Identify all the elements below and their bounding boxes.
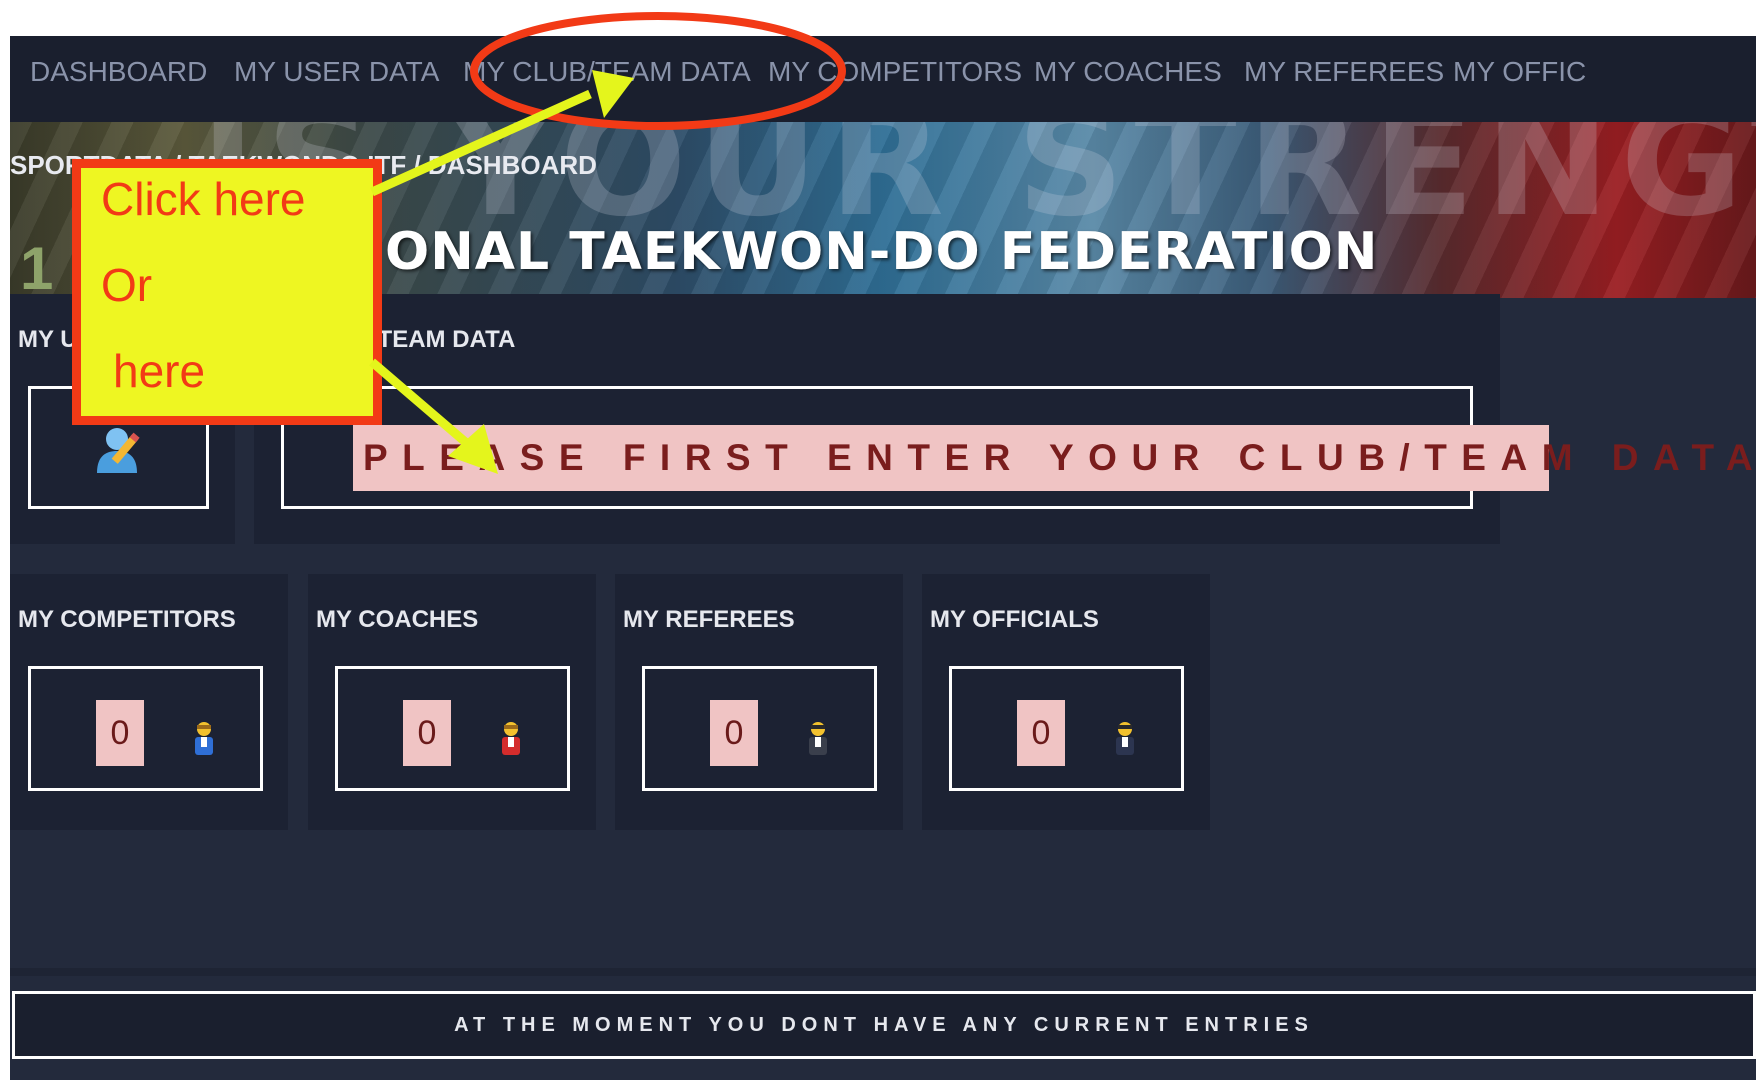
referees-title: MY REFEREES bbox=[623, 606, 795, 633]
club-team-box[interactable]: PLEASE FIRST ENTER YOUR CLUB/TEAM DATA! bbox=[281, 386, 1756, 509]
coaches-title: MY COACHES bbox=[316, 606, 479, 633]
top-navigation: DASHBOARD MY USER DATA MY CLUB/TEAM DATA… bbox=[10, 36, 1756, 122]
nav-my-officials[interactable]: MY OFFIC bbox=[1453, 56, 1586, 88]
club-data-notice[interactable]: PLEASE FIRST ENTER YOUR CLUB/TEAM DATA! bbox=[353, 425, 1756, 491]
officials-panel: MY OFFICIALS 0 bbox=[922, 574, 1210, 830]
section-divider bbox=[10, 968, 1756, 976]
nav-my-club-team-data[interactable]: MY CLUB/TEAM DATA bbox=[463, 56, 751, 88]
coaches-box[interactable]: 0 bbox=[335, 666, 570, 791]
officials-count: 0 bbox=[1017, 700, 1065, 766]
nav-my-coaches[interactable]: MY COACHES bbox=[1034, 56, 1222, 88]
no-entries-message: AT THE MOMENT YOU DONT HAVE ANY CURRENT … bbox=[454, 1014, 1314, 1036]
banner-digit: 1 bbox=[20, 235, 54, 298]
entries-box: AT THE MOMENT YOU DONT HAVE ANY CURRENT … bbox=[12, 991, 1756, 1059]
referee-icon bbox=[809, 722, 827, 755]
nav-my-user-data[interactable]: MY USER DATA bbox=[234, 56, 439, 88]
referees-count: 0 bbox=[710, 700, 758, 766]
referees-panel: MY REFEREES 0 bbox=[615, 574, 903, 830]
competitors-title: MY COMPETITORS bbox=[18, 606, 236, 633]
callout-line-2: Or bbox=[101, 259, 153, 311]
officials-title: MY OFFICIALS bbox=[930, 606, 1099, 633]
competitors-count: 0 bbox=[96, 700, 144, 766]
officials-box[interactable]: 0 bbox=[949, 666, 1184, 791]
federation-title: ONAL TAEKWON-DO FEDERATION bbox=[385, 222, 1379, 282]
club-team-panel: MY CLUB/TEAM DATA PLEASE FIRST ENTER YOU… bbox=[254, 294, 1756, 544]
callout-line-3: here bbox=[113, 345, 206, 397]
nav-my-referees[interactable]: MY REFEREES bbox=[1244, 56, 1444, 88]
callout-line-1: Click here bbox=[101, 173, 306, 225]
user-edit-icon[interactable] bbox=[95, 423, 143, 475]
nav-my-competitors[interactable]: MY COMPETITORS bbox=[768, 56, 1022, 88]
annotation-callout: Click here Or here bbox=[72, 159, 382, 425]
competitors-box[interactable]: 0 bbox=[28, 666, 263, 791]
official-icon bbox=[1116, 722, 1134, 755]
competitor-icon bbox=[195, 722, 213, 755]
coaches-panel: MY COACHES 0 bbox=[308, 574, 596, 830]
referees-box[interactable]: 0 bbox=[642, 666, 877, 791]
competitors-panel: MY COMPETITORS 0 bbox=[10, 574, 288, 830]
nav-dashboard[interactable]: DASHBOARD bbox=[30, 56, 207, 88]
coach-icon bbox=[502, 722, 520, 755]
coaches-count: 0 bbox=[403, 700, 451, 766]
